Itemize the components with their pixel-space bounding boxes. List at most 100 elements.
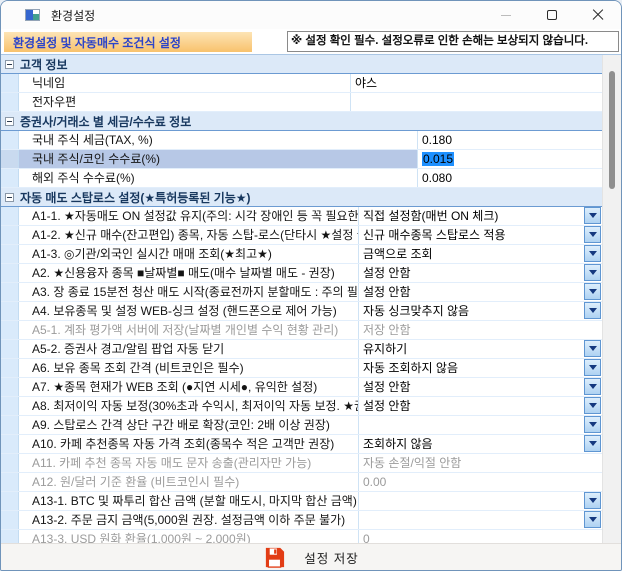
row-gutter — [1, 378, 19, 396]
setting-label: A10. 카페 추천종목 자동 가격 조회(종목수 적은 고객만 권장) — [19, 435, 359, 453]
setting-value[interactable] — [351, 93, 602, 111]
dropdown-button[interactable] — [584, 397, 601, 414]
setting-value[interactable] — [359, 511, 602, 529]
setting-label: A1-1. ★자동매도 ON 설정값 유지(주의: 시각 장애인 등 꼭 필요한… — [19, 207, 359, 225]
table-row[interactable]: A5-2. 증권사 경고/알림 팝업 자동 닫기 유지하기 — [1, 340, 602, 359]
row-gutter — [1, 150, 19, 168]
table-row[interactable]: A3. 장 종료 15분전 청산 매도 시작(종료전까지 분할매도 : 주의 필… — [1, 283, 602, 302]
chevron-down-icon — [589, 422, 597, 427]
setting-value[interactable]: 설정 안함 — [359, 283, 602, 301]
table-row[interactable]: A10. 카페 추천종목 자동 가격 조회(종목수 적은 고객만 권장) 조회하… — [1, 435, 602, 454]
window-title: 환경설정 — [51, 7, 95, 24]
footer-bar: 설정 저장 — [1, 543, 621, 570]
setting-label: A4. 보유종목 및 설정 WEB-싱크 설정 (핸드폰으로 제어 가능) — [19, 302, 359, 320]
table-row[interactable]: 국내 주식 세금(TAX, %) 0.180 — [1, 131, 602, 150]
table-row[interactable]: A6. 보유 종목 조회 간격 (비트코인은 필수) 자동 조회하지 않음 — [1, 359, 602, 378]
row-gutter — [1, 302, 19, 320]
setting-value[interactable]: 신규 매수종목 스탑로스 적용 — [359, 226, 602, 244]
table-row[interactable]: A4. 보유종목 및 설정 WEB-싱크 설정 (핸드폰으로 제어 가능) 자동… — [1, 302, 602, 321]
table-row-selected[interactable]: 국내 주식/코인 수수료(%) 0.015 — [1, 150, 602, 169]
header-band: 환경설정 및 자동매수 조건식 설정 ※ 설정 확인 필수. 설정오류로 인한 … — [1, 29, 621, 55]
collapse-icon[interactable] — [5, 60, 14, 69]
chevron-down-icon — [589, 365, 597, 370]
dropdown-button[interactable] — [584, 492, 601, 509]
row-gutter — [1, 511, 19, 529]
dropdown-button[interactable] — [584, 264, 601, 281]
row-gutter — [1, 340, 19, 358]
table-row[interactable]: 해외 주식 수수료(%) 0.080 — [1, 169, 602, 188]
setting-value-editing[interactable]: 0.015 — [418, 150, 602, 168]
dropdown-button[interactable] — [584, 435, 601, 452]
setting-label: 국내 주식/코인 수수료(%) — [19, 150, 418, 168]
table-row[interactable]: A1-2. ★신규 매수(잔고편입) 종목, 자동 스탑-로스(단타시 ★설정 … — [1, 226, 602, 245]
table-row[interactable]: A9. 스탑로스 간격 상단 구간 배로 확장(코인: 2배 이상 권장) — [1, 416, 602, 435]
close-button[interactable] — [575, 1, 621, 29]
row-gutter — [1, 207, 19, 225]
app-window-icon — [25, 9, 40, 21]
dropdown-button[interactable] — [584, 359, 601, 376]
table-row[interactable]: A1-1. ★자동매도 ON 설정값 유지(주의: 시각 장애인 등 꼭 필요한… — [1, 207, 602, 226]
setting-value[interactable]: 직접 설정함(매번 ON 체크) — [359, 207, 602, 225]
row-gutter — [1, 93, 19, 111]
table-row[interactable]: A7. ★종목 현재가 WEB 조회 (●지연 시세●, 유익한 설정) 설정 … — [1, 378, 602, 397]
save-button-label: 설정 저장 — [304, 548, 358, 567]
section-header-customer[interactable]: 고객 정보 — [1, 55, 602, 74]
dropdown-button[interactable] — [584, 511, 601, 528]
setting-value: 저장 안함 — [359, 321, 602, 339]
setting-value[interactable]: 설정 안함 — [359, 378, 602, 396]
setting-value[interactable]: 금액으로 조회 — [359, 245, 602, 263]
setting-value[interactable]: 유지하기 — [359, 340, 602, 358]
setting-value[interactable]: 조회하지 않음 — [359, 435, 602, 453]
save-settings-button[interactable]: 설정 저장 — [263, 546, 358, 569]
setting-value[interactable]: 자동 싱크맞추지 않음 — [359, 302, 602, 320]
vertical-scrollbar[interactable] — [602, 55, 621, 543]
maximize-button[interactable] — [529, 1, 575, 29]
table-row[interactable]: A13-2. 주문 금지 금액(5,000원 권장. 설정금액 이하 주문 불가… — [1, 511, 602, 530]
table-row[interactable]: A8. 최저이익 자동 보정(30%초과 수익시, 최저이익 자동 보정. ★권… — [1, 397, 602, 416]
warning-notice: ※ 설정 확인 필수. 설정오류로 인한 손해는 보상되지 않습니다. — [287, 31, 619, 52]
setting-value[interactable]: 0.180 — [418, 131, 602, 149]
row-gutter — [1, 416, 19, 434]
setting-label: A8. 최저이익 자동 보정(30%초과 수익시, 최저이익 자동 보정. ★권… — [19, 397, 359, 415]
row-gutter — [1, 492, 19, 510]
setting-value[interactable]: 설정 안함 — [359, 264, 602, 282]
dropdown-button[interactable] — [584, 283, 601, 300]
setting-label: A13-3. USD 원화 환율(1,000원 ~ 2,000원) — [19, 530, 359, 543]
chevron-down-icon — [589, 251, 597, 256]
dropdown-button[interactable] — [584, 378, 601, 395]
dropdown-button[interactable] — [584, 226, 601, 243]
setting-value[interactable]: 0.080 — [418, 169, 602, 187]
setting-value[interactable]: 자동 조회하지 않음 — [359, 359, 602, 377]
setting-label: A5-1. 계좌 평가액 서버에 저장(날짜별 개인별 수익 현황 관리) — [19, 321, 359, 339]
collapse-icon[interactable] — [5, 193, 14, 202]
table-row[interactable]: A2. ★신용융자 종목 ■날짜별■ 매도(매수 날짜별 매도 - 권장) 설정… — [1, 264, 602, 283]
dropdown-button[interactable] — [584, 207, 601, 224]
collapse-icon[interactable] — [5, 117, 14, 126]
setting-value[interactable]: 설정 안함 — [359, 397, 602, 415]
table-row[interactable]: A13-1. BTC 및 짜투리 합산 금액 (분할 매도시, 마지막 합산 금… — [1, 492, 602, 511]
row-gutter — [1, 245, 19, 263]
table-row[interactable]: 전자우편 — [1, 93, 602, 112]
setting-label: A6. 보유 종목 조회 간격 (비트코인은 필수) — [19, 359, 359, 377]
minimize-button[interactable] — [483, 1, 529, 29]
setting-value[interactable]: 야스 — [351, 74, 602, 92]
setting-label: A2. ★신용융자 종목 ■날짜별■ 매도(매수 날짜별 매도 - 권장) — [19, 264, 359, 282]
chevron-down-icon — [589, 517, 597, 522]
dropdown-button[interactable] — [584, 245, 601, 262]
setting-label: A12. 원/달러 기준 환율 (비트코인시 필수) — [19, 473, 359, 491]
dropdown-button[interactable] — [584, 416, 601, 433]
dropdown-button[interactable] — [584, 302, 601, 319]
setting-value[interactable] — [359, 492, 602, 510]
chevron-down-icon — [589, 403, 597, 408]
row-gutter — [1, 397, 19, 415]
table-row[interactable]: 닉네임 야스 — [1, 74, 602, 93]
section-header-fees[interactable]: 증권사/거래소 별 세금/수수료 정보 — [1, 112, 602, 131]
tab-settings[interactable]: 환경설정 및 자동매수 조건식 설정 — [4, 32, 252, 52]
setting-value[interactable] — [359, 416, 602, 434]
row-gutter — [1, 435, 19, 453]
scrollbar-thumb[interactable] — [609, 71, 615, 189]
chevron-down-icon — [589, 213, 597, 218]
table-row[interactable]: A1-3. ◎기관/외국인 실시간 매매 조회(★최고★) 금액으로 조회 — [1, 245, 602, 264]
dropdown-button[interactable] — [584, 340, 601, 357]
section-header-stoploss[interactable]: 자동 매도 스탑로스 설정(★특허등록된 기능★) — [1, 188, 602, 207]
